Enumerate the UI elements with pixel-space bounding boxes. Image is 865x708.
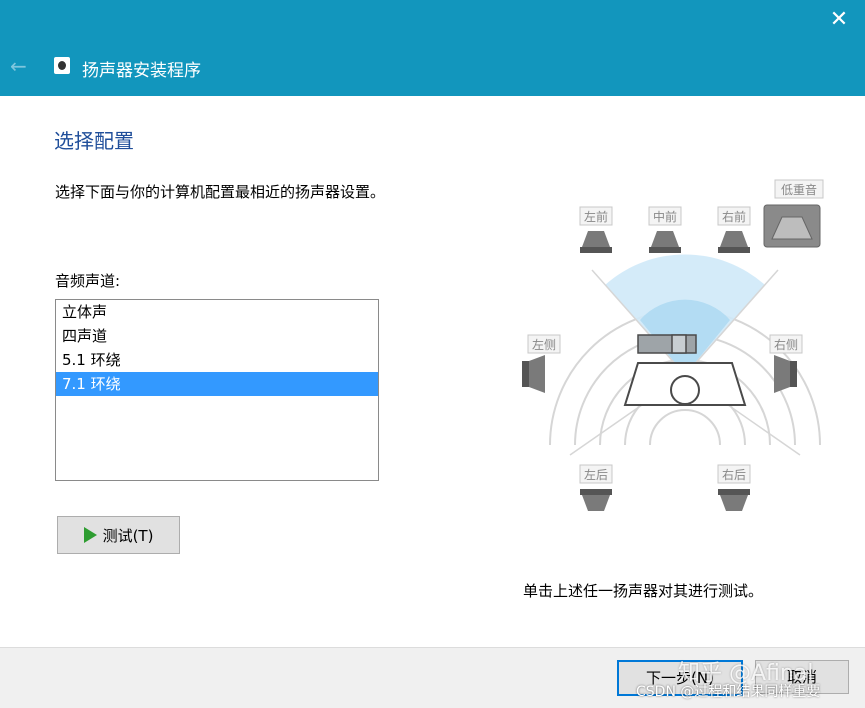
speaker-front-center[interactable]: 中前 — [648, 206, 682, 253]
test-button-label: 测试(T) — [102, 526, 154, 545]
page-description: 选择下面与你的计算机配置最相近的扬声器设置。 — [55, 183, 386, 201]
channel-option-5-1[interactable]: 5.1 环绕 — [56, 348, 378, 372]
audio-channels-listbox[interactable]: 立体声 四声道 5.1 环绕 7.1 环绕 — [55, 299, 379, 481]
listener-icon — [623, 334, 747, 406]
speaker-front-right[interactable]: 右前 — [717, 206, 751, 253]
back-arrow-icon[interactable]: ← — [10, 54, 27, 78]
speaker-front-left[interactable]: 左前 — [579, 206, 613, 253]
speaker-app-icon — [54, 57, 70, 74]
side-left-label: 左侧 — [532, 337, 556, 352]
speaker-rear-left[interactable]: 左后 — [579, 464, 613, 511]
play-icon — [83, 527, 97, 543]
speaker-side-right[interactable]: 右侧 — [769, 334, 803, 393]
speaker-subwoofer[interactable]: 低重音 — [763, 179, 824, 248]
channel-option-stereo[interactable]: 立体声 — [56, 300, 378, 324]
speaker-side-left[interactable]: 左侧 — [522, 334, 561, 393]
window-title: 扬声器安装程序 — [82, 61, 201, 81]
speaker-rear-right[interactable]: 右后 — [717, 464, 751, 511]
title-bar: ✕ ← 扬声器安装程序 — [0, 0, 865, 96]
channel-option-7-1[interactable]: 7.1 环绕 — [56, 372, 378, 396]
front-left-label: 左前 — [584, 209, 608, 224]
audio-channels-label: 音频声道: — [55, 272, 121, 290]
page-heading: 选择配置 — [54, 129, 134, 153]
side-right-label: 右侧 — [774, 337, 798, 352]
front-right-label: 右前 — [722, 209, 746, 224]
front-center-label: 中前 — [653, 209, 677, 224]
rear-right-label: 右后 — [722, 467, 746, 482]
speaker-diagram: 左前 中前 右前 低重音 左侧 右侧 左后 右后 — [510, 175, 860, 535]
close-button[interactable]: ✕ — [827, 8, 851, 32]
subwoofer-label: 低重音 — [781, 182, 817, 197]
channel-option-quad[interactable]: 四声道 — [56, 324, 378, 348]
test-hint: 单击上述任一扬声器对其进行测试。 — [523, 582, 764, 600]
csdn-watermark: CSDN @过程和结果同样重要 — [636, 684, 821, 700]
test-button[interactable]: 测试(T) — [57, 516, 180, 554]
rear-left-label: 左后 — [584, 467, 608, 482]
